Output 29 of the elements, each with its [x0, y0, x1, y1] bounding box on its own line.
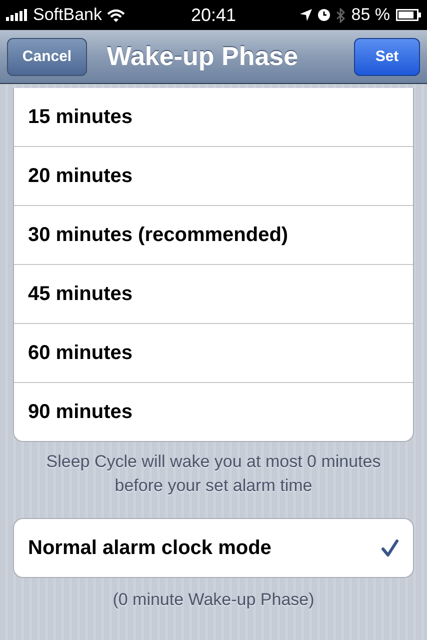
location-arrow-icon	[300, 9, 312, 21]
phase-option[interactable]: 15 minutes	[14, 88, 413, 146]
battery-icon	[396, 9, 421, 21]
mode-option[interactable]: Normal alarm clock mode	[14, 519, 413, 577]
battery-percent: 85 %	[351, 5, 390, 25]
phase-option[interactable]: 20 minutes	[14, 146, 413, 205]
option-label: 45 minutes	[28, 282, 132, 306]
cancel-button[interactable]: Cancel	[7, 38, 87, 76]
phase-option[interactable]: 30 minutes (recommended)	[14, 205, 413, 264]
bluetooth-icon	[336, 8, 346, 22]
carrier-name: SoftBank	[33, 5, 102, 25]
phase-option[interactable]: 45 minutes	[14, 264, 413, 323]
screen-title: Wake-up Phase	[106, 41, 300, 72]
option-label: Normal alarm clock mode	[28, 536, 272, 560]
footer-note: Sleep Cycle will wake you at most 0 minutes before your set alarm time	[45, 451, 382, 497]
option-label: 60 minutes	[28, 342, 132, 364]
footer-note: (0 minute Wake-up Phase)	[112, 589, 316, 611]
alarm-clock-icon	[318, 9, 330, 21]
set-button[interactable]: Set	[354, 38, 420, 76]
phase-option[interactable]: 90 minutes	[14, 382, 413, 441]
option-label: 30 minutes (recommended)	[28, 224, 288, 246]
phase-option[interactable]: 60 minutes	[14, 323, 413, 382]
signal-icon	[6, 9, 28, 21]
option-label: 15 minutes	[28, 106, 132, 128]
wifi-icon	[107, 8, 125, 22]
option-label: 90 minutes	[28, 400, 132, 424]
checkmark-icon	[381, 539, 399, 557]
status-time: 20:41	[190, 4, 236, 26]
option-label: 20 minutes	[28, 164, 132, 188]
